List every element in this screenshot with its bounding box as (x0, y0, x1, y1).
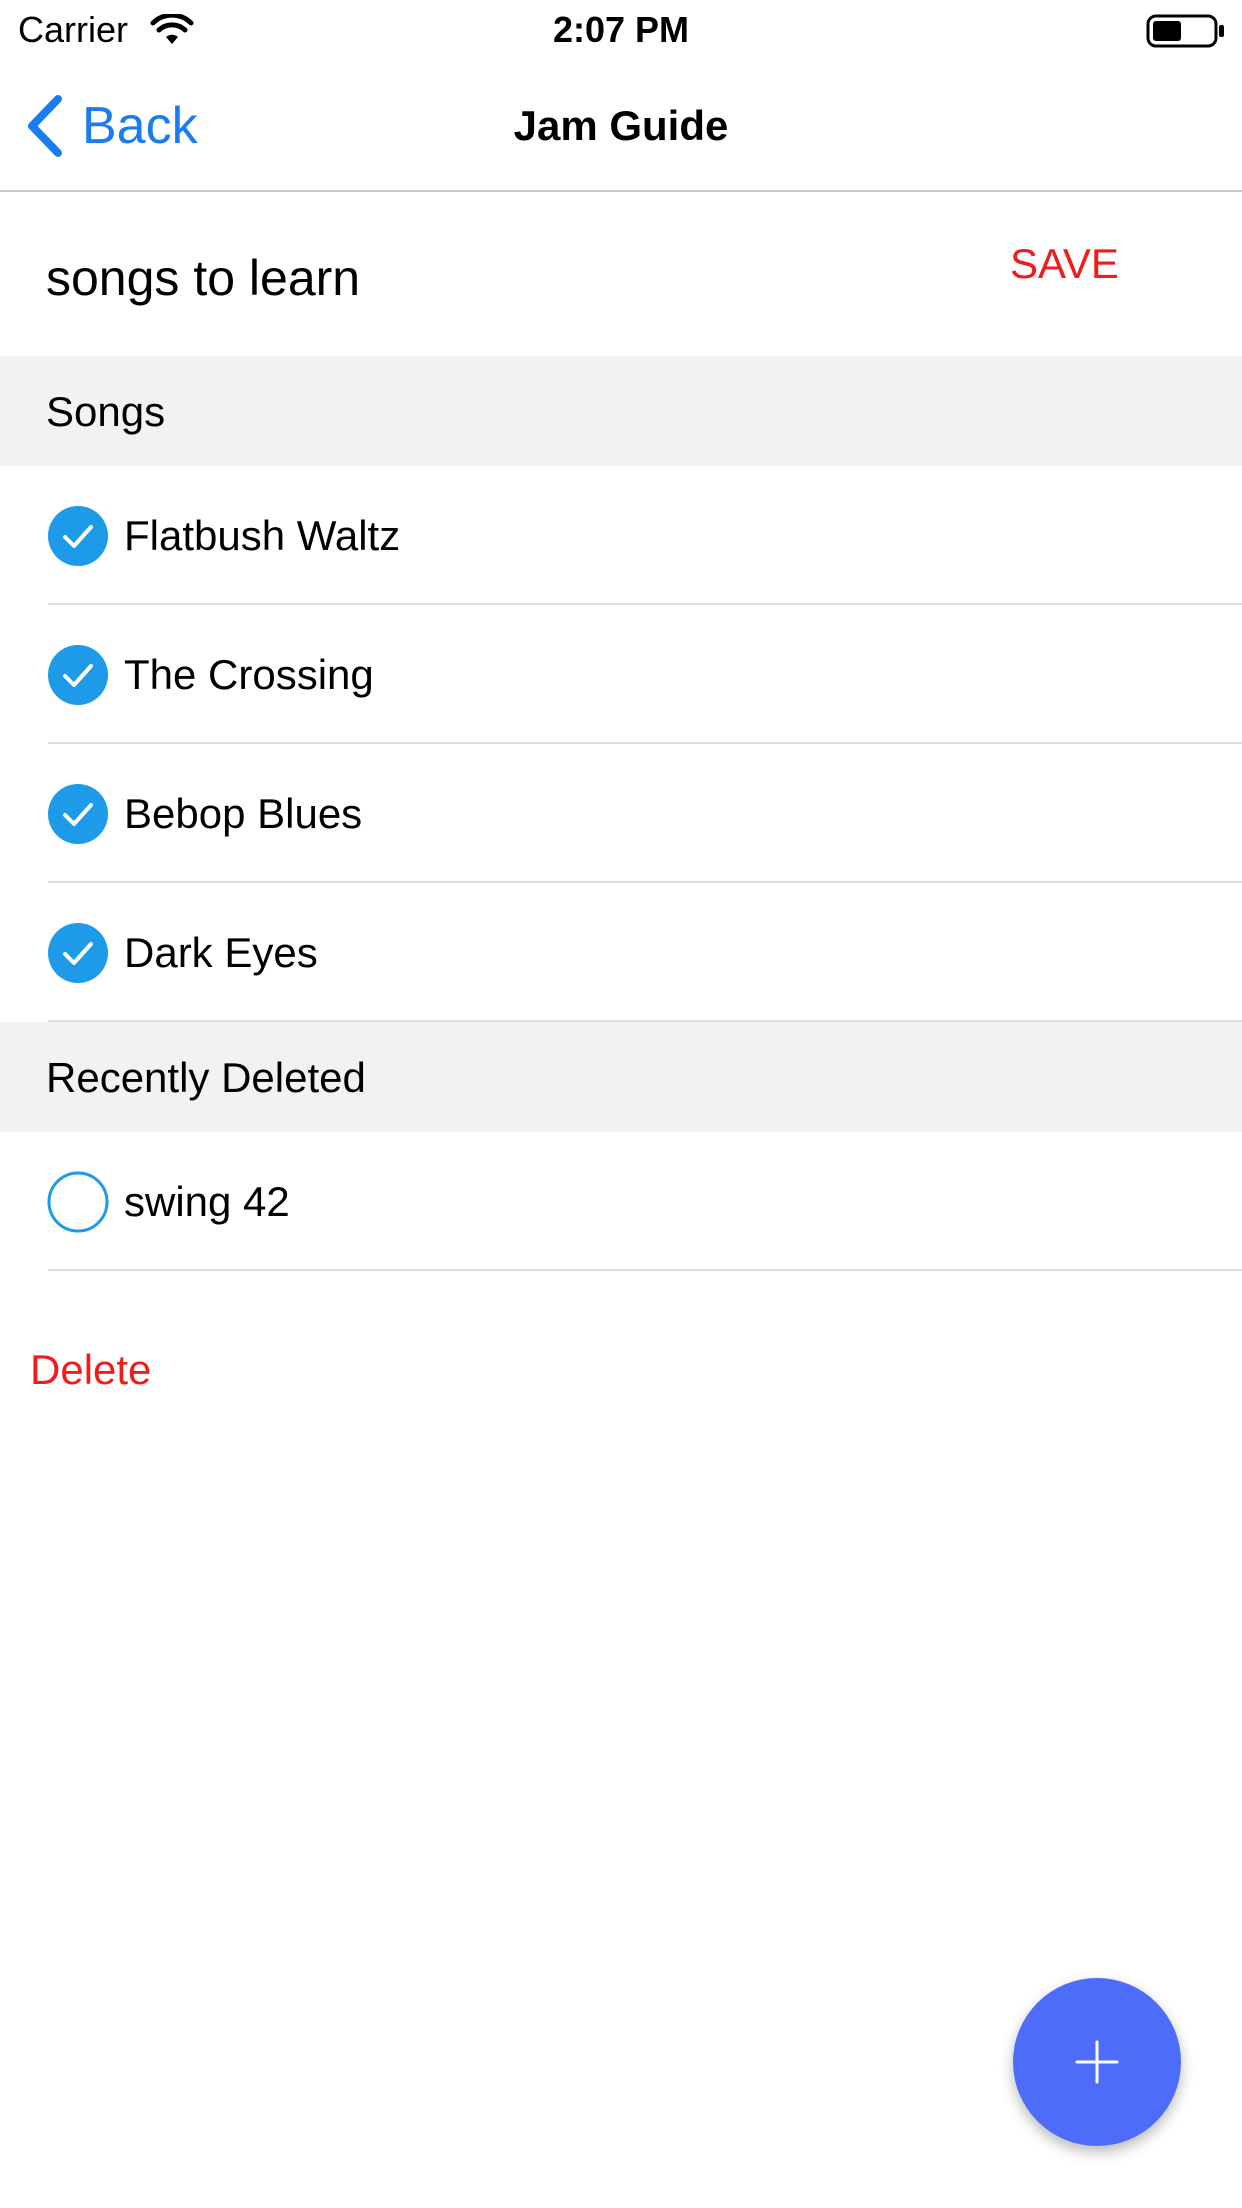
list-title-row: songs to learn SAVE (0, 192, 1242, 356)
navigation-bar: Back Jam Guide (0, 62, 1242, 192)
checked-circle-icon[interactable] (47, 644, 109, 706)
status-time: 2:07 PM (552, 9, 690, 50)
save-button[interactable]: SAVE (1010, 238, 1119, 290)
song-title: swing 42 (124, 1178, 290, 1225)
checked-circle-icon[interactable] (47, 505, 109, 567)
plus-icon (1075, 2040, 1119, 2084)
delete-button[interactable]: Delete (30, 1344, 151, 1396)
checked-circle-icon[interactable] (47, 922, 109, 984)
section-header-recently-deleted: Recently Deleted (0, 1022, 1242, 1132)
battery-icon (1146, 14, 1224, 48)
list-item[interactable]: swing 42 (0, 1132, 1242, 1271)
row-divider (48, 1269, 1242, 1271)
section-title-songs: Songs (46, 388, 166, 435)
checked-circle-icon[interactable] (47, 783, 109, 845)
page-title: Jam Guide (513, 102, 729, 149)
section-title-recently-deleted: Recently Deleted (46, 1054, 366, 1101)
status-bar: Carrier 2:07 PM (0, 0, 1242, 62)
song-title: Dark Eyes (124, 929, 318, 976)
list-item[interactable]: Dark Eyes (0, 883, 1242, 1022)
unchecked-circle-icon[interactable] (47, 1171, 109, 1233)
song-title: Flatbush Waltz (124, 512, 401, 559)
list-item[interactable]: The Crossing (0, 605, 1242, 744)
list-item[interactable]: Bebop Blues (0, 744, 1242, 883)
section-header-songs: Songs (0, 356, 1242, 466)
song-title: The Crossing (124, 651, 374, 698)
add-button[interactable] (1013, 1978, 1181, 2146)
song-title: Bebop Blues (124, 790, 363, 837)
list-name[interactable]: songs to learn (46, 248, 360, 308)
list-item[interactable]: Flatbush Waltz (0, 466, 1242, 605)
